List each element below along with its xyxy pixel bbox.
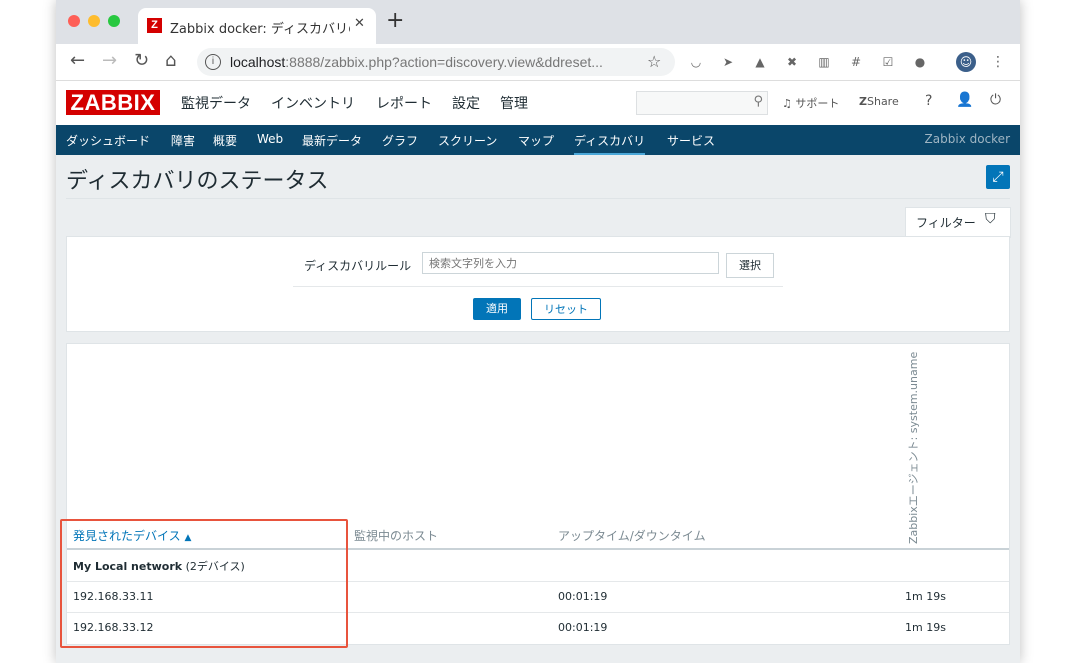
logout-power-icon[interactable]: ⏻: [990, 92, 1001, 108]
menu-reports[interactable]: レポート: [376, 93, 432, 113]
menu-inventory[interactable]: インベントリ: [271, 93, 355, 113]
column-header-uptime: アップタイム/ダウンタイム: [558, 529, 706, 543]
maximize-window-button[interactable]: [108, 15, 120, 27]
zabbix-logo[interactable]: ZABBIX: [66, 90, 160, 115]
subnav-web[interactable]: Web: [257, 132, 283, 146]
profile-avatar[interactable]: ☺: [956, 52, 976, 72]
secondary-nav: ダッシュボード 障害 概要 Web 最新データ グラフ スクリーン マップ ディ…: [56, 125, 1020, 155]
title-divider: [66, 198, 1010, 199]
close-tab-icon[interactable]: ✕: [354, 16, 365, 31]
share-link[interactable]: ZShare: [859, 95, 899, 108]
reset-button[interactable]: リセット: [531, 298, 601, 320]
drive-extension-icon[interactable]: ▲: [752, 54, 768, 70]
zabbix-header: ZABBIX 監視データ インベントリ レポート 設定 管理 ⚲ ♫ サポート …: [56, 81, 1020, 125]
column-header-monitored-host: 監視中のホスト: [354, 529, 439, 543]
page-title: ディスカバリのステータス: [66, 169, 329, 194]
device-check-value: 1m 19s: [905, 590, 946, 603]
cursor-extension-icon[interactable]: ➤: [720, 54, 736, 70]
headset-icon: ♫: [782, 97, 792, 110]
grid-extension-icon[interactable]: #: [848, 54, 864, 70]
filter-panel: ディスカバリルール 選択 適用 リセット: [66, 236, 1010, 332]
reload-icon[interactable]: ↻: [134, 51, 149, 71]
pocket-extension-icon[interactable]: ◡: [688, 54, 704, 70]
url-host: localhost: [230, 54, 286, 70]
new-tab-icon[interactable]: +: [386, 10, 404, 32]
tab-strip: Z Zabbix docker: ディスカバリのス ✕ +: [56, 0, 1020, 44]
select-button[interactable]: 選択: [726, 253, 774, 278]
minimize-window-button[interactable]: [88, 15, 100, 27]
support-label: サポート: [795, 97, 840, 110]
address-bar[interactable]: i localhost:8888/zabbix.php?action=disco…: [197, 48, 675, 76]
url-path: :8888/zabbix.php?action=discovery.view&d…: [285, 54, 603, 70]
filter-tab-label: フィルター: [916, 216, 976, 230]
apply-button[interactable]: 適用: [473, 298, 521, 320]
help-link[interactable]: ?: [925, 93, 932, 109]
filter-tab[interactable]: フィルター ⛉: [905, 207, 1011, 238]
filter-funnel-icon: ⛉: [985, 211, 996, 227]
menu-configuration[interactable]: 設定: [452, 93, 480, 113]
check-extension-icon[interactable]: ☑: [880, 54, 896, 70]
zabbix-favicon-icon: Z: [147, 18, 162, 33]
device-check-value: 1m 19s: [905, 621, 946, 634]
browser-tab[interactable]: Z Zabbix docker: ディスカバリのス ✕: [138, 8, 376, 44]
global-search-input[interactable]: ⚲: [636, 91, 768, 115]
column-header-agent-check: Zabbixエージェント: system.uname: [907, 351, 920, 544]
bulb-extension-icon[interactable]: ●: [912, 54, 928, 70]
server-name: Zabbix docker: [924, 132, 1010, 146]
search-icon[interactable]: ⚲: [753, 94, 763, 109]
browser-menu-icon[interactable]: ⋮: [990, 54, 1006, 70]
subnav-overview[interactable]: 概要: [213, 132, 237, 149]
panel-extension-icon[interactable]: ▥: [816, 54, 832, 70]
tab-title: Zabbix docker: ディスカバリのス: [170, 22, 350, 37]
home-icon[interactable]: ⌂: [165, 51, 176, 71]
subnav-discovery[interactable]: ディスカバリ: [574, 132, 646, 155]
subnav-services[interactable]: サービス: [667, 132, 715, 149]
device-uptime: 00:01:19: [558, 621, 608, 634]
subnav-maps[interactable]: マップ: [518, 132, 554, 149]
expand-arrows-icon: ⤢: [992, 169, 1004, 185]
filter-separator: [293, 286, 783, 287]
highlight-box: [60, 519, 348, 648]
back-arrow-icon[interactable]: ←: [70, 51, 85, 71]
block-extension-icon[interactable]: ✖: [784, 54, 800, 70]
subnav-graphs[interactable]: グラフ: [382, 132, 418, 149]
support-link[interactable]: ♫ サポート: [782, 95, 839, 111]
share-label: Share: [866, 95, 899, 108]
subnav-dashboard[interactable]: ダッシュボード: [66, 132, 150, 149]
close-window-button[interactable]: [68, 15, 80, 27]
forward-arrow-icon[interactable]: →: [102, 51, 117, 71]
bookmark-star-icon[interactable]: ☆: [647, 52, 661, 71]
subnav-latest-data[interactable]: 最新データ: [302, 132, 362, 149]
share-z-icon: Z: [859, 95, 867, 108]
fullscreen-button[interactable]: ⤢: [986, 165, 1010, 189]
subnav-problems[interactable]: 障害: [171, 132, 195, 149]
menu-administration[interactable]: 管理: [500, 93, 528, 113]
subnav-screens[interactable]: スクリーン: [438, 132, 497, 149]
discovery-rule-label: ディスカバリルール: [304, 259, 412, 273]
url-text[interactable]: localhost:8888/zabbix.php?action=discove…: [230, 54, 603, 70]
user-profile-icon[interactable]: 👤: [956, 92, 973, 108]
browser-toolbar: ← → ↻ ⌂ i localhost:8888/zabbix.php?acti…: [56, 44, 1020, 81]
discovery-rule-input[interactable]: [422, 252, 719, 274]
menu-monitoring[interactable]: 監視データ: [181, 93, 251, 113]
device-uptime: 00:01:19: [558, 590, 608, 603]
info-icon[interactable]: i: [205, 54, 221, 70]
